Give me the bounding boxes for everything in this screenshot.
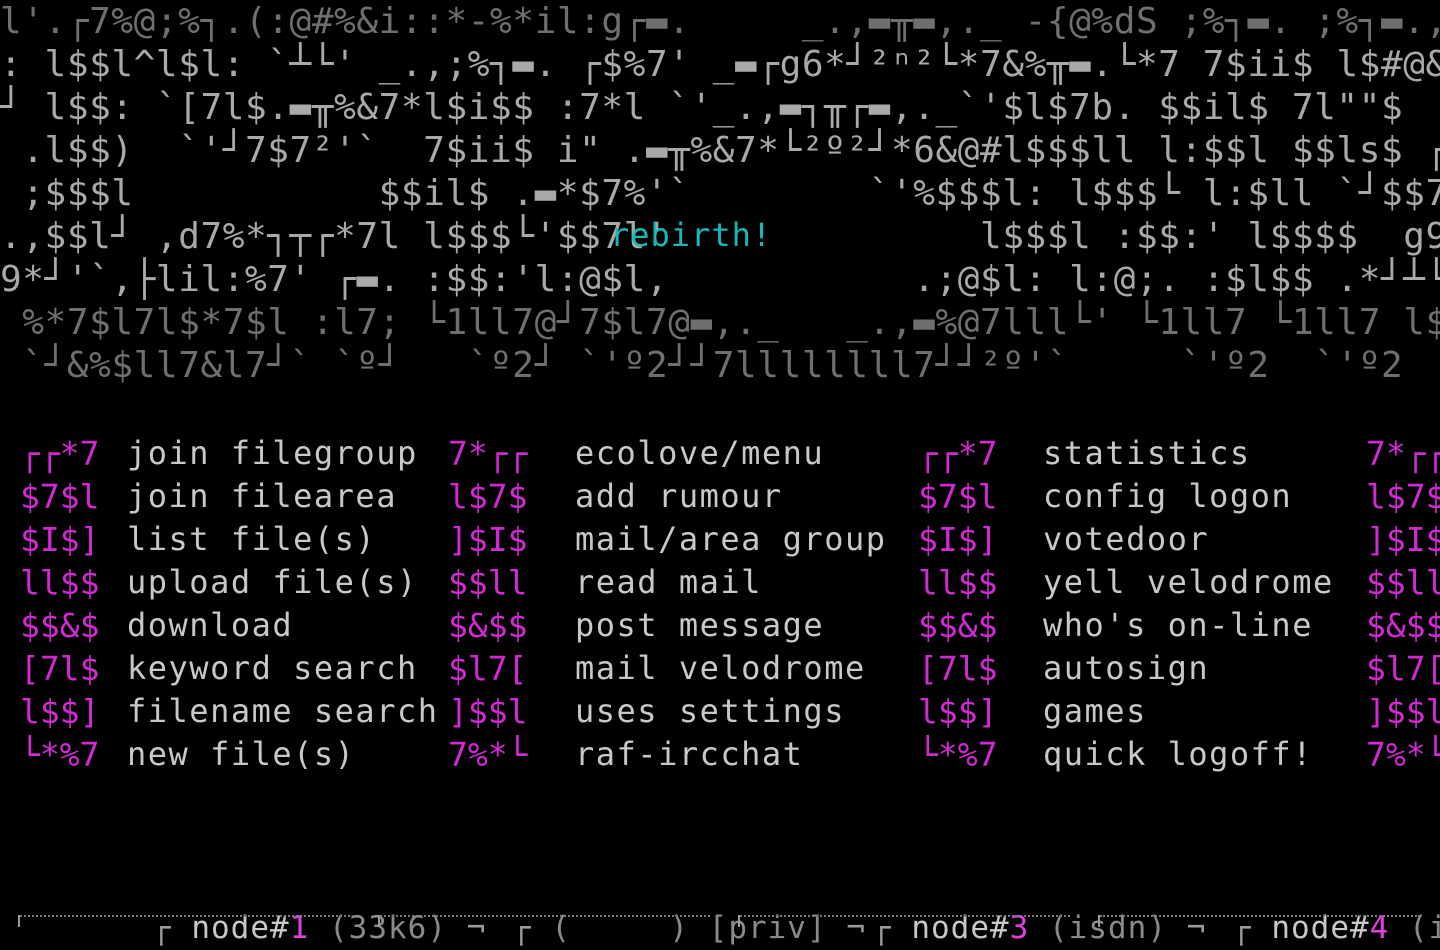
menu-ornament: ]$I$	[448, 520, 528, 559]
menu-ornament: $&$$	[448, 606, 528, 645]
logo-line-1: l'.┌7%@;%┐.(:@#%&i::*-%*il:g┌▬. _.,▬╥▬,.…	[0, 1, 1440, 42]
menu-item-download[interactable]: download	[127, 604, 293, 647]
menu-item-yell-velodrome[interactable]: yell velodrome	[1043, 561, 1334, 604]
menu-item-whos-online[interactable]: who's on-line	[1043, 604, 1313, 647]
menu-ornament: l$7$	[1366, 477, 1440, 516]
menu-ornament: ]$I$	[1366, 520, 1440, 559]
menu-row: $$&$ download $&$$ post message $$&$ who…	[0, 604, 1440, 647]
menu-ornament: ll$$	[20, 563, 100, 602]
menu-item-games[interactable]: games	[1043, 690, 1147, 733]
menu-row: [7l$ keyword search $l7[ mail velodrome …	[0, 647, 1440, 690]
menu-ornament: $$ll	[448, 563, 528, 602]
node-divider	[18, 915, 350, 937]
menu-row: $7$l join filearea l$7$ add rumour $7$l …	[0, 475, 1440, 518]
menu-ornament: $l7[	[448, 649, 528, 688]
menu-item-join-filegroup[interactable]: join filegroup	[127, 432, 418, 475]
menu-ornament: l$$]	[918, 692, 998, 731]
node-divider	[1098, 915, 1420, 937]
menu-item-ecolove-menu[interactable]: ecolove/menu	[575, 432, 824, 475]
menu-ornament: $&$$	[1366, 606, 1440, 645]
menu-ornament: ┌┌*7	[20, 434, 100, 473]
menu-row: └*%7 new file(s) 7%*└ raf-ircchat └*%7 q…	[0, 733, 1440, 776]
node-status-bar: ┌ node#1 (33k6) ¬ ┌ ( ) [priv] ¬ ┌ node#…	[0, 862, 1440, 946]
menu-ornament: ]$$l	[448, 692, 528, 731]
tagline: rebirth!	[610, 216, 773, 254]
menu-ornament: ll$$	[918, 563, 998, 602]
menu-ornament: l$$]	[20, 692, 100, 731]
logo-line-4: .l$$) `'┘7$7²'` 7$ii$ i" .▬╥%&7*└²º²┘*6&…	[22, 130, 1440, 171]
menu-ornament: $7$l	[20, 477, 100, 516]
menu-item-votedoor[interactable]: votedoor	[1043, 518, 1209, 561]
logo-line-3: ┘ l$$: `[7l$.▬╥%&7*l$i$$ :7*l `'_.,▬┐╥┌▬…	[0, 87, 1404, 128]
menu-ornament: [7l$	[20, 649, 100, 688]
logo-line-5: ;$$$l $$il$ .▬*$7%'` `'%$$$l: l$$$└ l:$l…	[22, 173, 1440, 214]
bbs-screen: l'.┌7%@;%┐.(:@#%&i::*-%*il:g┌▬. _.,▬╥▬,.…	[0, 0, 1440, 950]
menu-ornament: $$&$	[918, 606, 998, 645]
ascii-logo: l'.┌7%@;%┐.(:@#%&i::*-%*il:g┌▬. _.,▬╥▬,.…	[0, 0, 1440, 390]
menu-row: ll$$ upload file(s) $$ll read mail ll$$ …	[0, 561, 1440, 604]
node-divider	[738, 915, 1070, 937]
menu-ornament: l$7$	[448, 477, 528, 516]
menu-ornament: ]$$l	[1366, 692, 1440, 731]
menu-ornament: ┌┌*7	[918, 434, 998, 473]
menu-item-add-rumour[interactable]: add rumour	[575, 475, 783, 518]
menu-ornament: [7l$	[918, 649, 998, 688]
menu-row: $I$] list file(s) ]$I$ mail/area group $…	[0, 518, 1440, 561]
menu-row: ┌┌*7 join filegroup 7*┌┌ ecolove/menu ┌┌…	[0, 432, 1440, 475]
menu-ornament: $l7[	[1366, 649, 1440, 688]
menu-ornament: └*%7	[918, 735, 998, 774]
menu-item-read-mail[interactable]: read mail	[575, 561, 762, 604]
menu-item-keyword-search[interactable]: keyword search	[127, 647, 418, 690]
logo-line-8: %*7$l7l$*7$l :l7; └1ll7@┘7$l7@▬,._ _.,▬%…	[22, 302, 1440, 343]
menu-ornament: 7%*└	[1366, 735, 1440, 774]
main-menu: ┌┌*7 join filegroup 7*┌┌ ecolove/menu ┌┌…	[0, 432, 1440, 792]
menu-item-raf-ircchat[interactable]: raf-ircchat	[575, 733, 803, 776]
logo-line-7: 9*┘'`,├lil:%7' ┌▬. :$$:'l:@$l, .;@$l: l:…	[0, 259, 1440, 300]
menu-ornament: $7$l	[918, 477, 998, 516]
menu-item-mail-area-group[interactable]: mail/area group	[575, 518, 886, 561]
menu-item-join-filearea[interactable]: join filearea	[127, 475, 397, 518]
menu-ornament: $I$]	[20, 520, 100, 559]
menu-row: l$$] filename search ]$$l uses settings …	[0, 690, 1440, 733]
menu-item-autosign[interactable]: autosign	[1043, 647, 1209, 690]
menu-item-config-logon[interactable]: config logon	[1043, 475, 1292, 518]
menu-item-statistics[interactable]: statistics	[1043, 432, 1251, 475]
menu-ornament: └*%7	[20, 735, 100, 774]
menu-ornament: $$&$	[20, 606, 100, 645]
menu-item-upload-files[interactable]: upload file(s)	[127, 561, 418, 604]
logo-line-9: `┘&%$ll7&l7┘` `º┘ `º2┘ `'º2┘┘7llllllll7┘…	[22, 345, 1404, 386]
node-divider	[378, 915, 710, 937]
menu-ornament: $I$]	[918, 520, 998, 559]
menu-item-post-message[interactable]: post message	[575, 604, 824, 647]
menu-item-mail-velodrome[interactable]: mail velodrome	[575, 647, 866, 690]
menu-ornament: $$ll	[1366, 563, 1440, 602]
menu-ornament: 7*┌┌	[448, 434, 528, 473]
logo-line-2: : l$$l^l$l: `┴└' _.,;%┐▬. ┌$%7' _▬┌g6*┘²…	[0, 44, 1440, 85]
menu-ornament: 7*┌┌	[1366, 434, 1440, 473]
menu-item-new-files[interactable]: new file(s)	[127, 733, 355, 776]
menu-item-quick-logoff[interactable]: quick logoff!	[1043, 733, 1313, 776]
menu-item-uses-settings[interactable]: uses settings	[575, 690, 845, 733]
menu-ornament: 7%*└	[448, 735, 528, 774]
menu-item-filename-search[interactable]: filename search	[127, 690, 438, 733]
menu-item-list-files[interactable]: list file(s)	[127, 518, 376, 561]
